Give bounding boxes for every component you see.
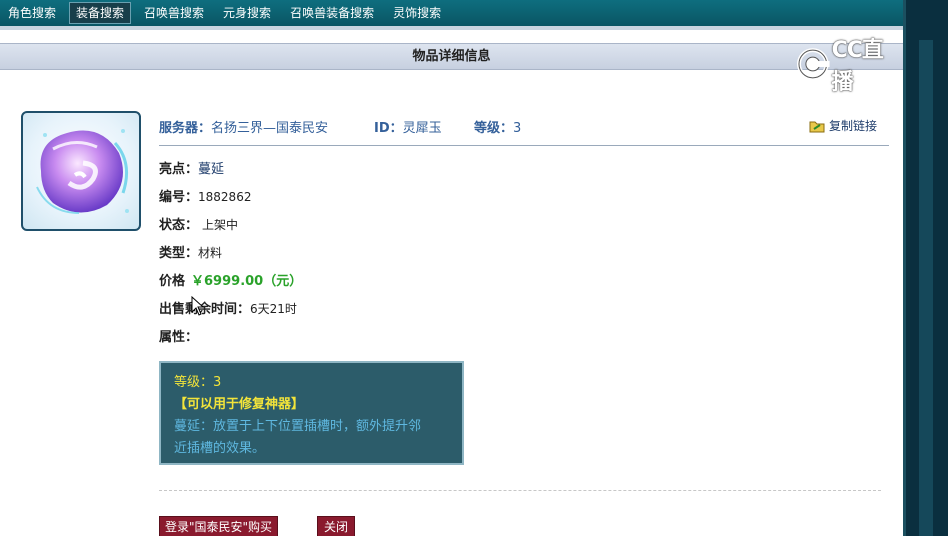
footer-divider bbox=[159, 490, 881, 491]
tab-equipment-search[interactable]: 装备搜索 bbox=[69, 2, 132, 24]
id-label: ID： bbox=[374, 121, 403, 136]
time-left-value: 6天21时 bbox=[250, 302, 297, 316]
cc-live-logo-icon bbox=[796, 48, 830, 80]
attr-effect-line2: 近插槽的效果。 bbox=[174, 441, 266, 456]
status-field: 状态： 上架中 bbox=[159, 214, 238, 233]
item-image bbox=[21, 111, 141, 231]
right-side-panel bbox=[903, 0, 948, 536]
tab-summon-equipment-search[interactable]: 召唤兽装备搜索 bbox=[284, 3, 380, 23]
status-label: 状态： bbox=[159, 218, 199, 233]
folder-link-icon bbox=[809, 121, 825, 132]
status-value: 上架中 bbox=[202, 218, 239, 232]
highlight-value: 蔓延 bbox=[198, 162, 225, 177]
type-value: 材料 bbox=[198, 246, 223, 260]
time-left-field: 出售剩余时间：6天21时 bbox=[159, 298, 297, 317]
price-label: 价格 bbox=[159, 274, 186, 289]
server-label: 服务器： bbox=[159, 121, 212, 136]
attributes-label: 属性： bbox=[159, 330, 199, 345]
attr-level: 等级：3 bbox=[174, 375, 222, 390]
attr-usage: 【可以用于修复神器】 bbox=[174, 397, 305, 412]
close-button[interactable]: 关闭 bbox=[317, 516, 356, 536]
copy-link-label: 复制链接 bbox=[828, 119, 877, 133]
type-field: 类型：材料 bbox=[159, 242, 222, 261]
server-value: 名扬三界—国泰民安 bbox=[211, 121, 329, 136]
tab-summon-search[interactable]: 召唤兽搜索 bbox=[138, 3, 210, 23]
level-value: 3 bbox=[513, 121, 522, 136]
watermark: CC直播 bbox=[796, 32, 903, 96]
header-divider bbox=[159, 145, 889, 146]
type-label: 类型： bbox=[159, 246, 199, 261]
login-buy-button[interactable]: 登录"国泰民安"购买 bbox=[159, 516, 279, 536]
id-info: ID：灵犀玉 bbox=[374, 117, 442, 136]
attr-effect-line1: 蔓延：放置于上下位置插槽时，额外提升邻 bbox=[174, 419, 422, 434]
id-value: 灵犀玉 bbox=[402, 121, 442, 136]
top-nav: 角色搜索 装备搜索 召唤兽搜索 元身搜索 召唤兽装备搜索 灵饰搜索 bbox=[0, 0, 903, 26]
tab-yuanshen-search[interactable]: 元身搜索 bbox=[217, 3, 277, 23]
highlight-field: 亮点：蔓延 bbox=[159, 158, 224, 177]
watermark-text: CC直播 bbox=[831, 38, 884, 95]
crystal-material-icon bbox=[36, 129, 129, 214]
level-info: 等级：3 bbox=[474, 117, 521, 136]
serial-field: 编号：1882862 bbox=[159, 186, 251, 205]
attributes-field: 属性： bbox=[159, 326, 198, 345]
server-info: 服务器：名扬三界—国泰民安 bbox=[159, 117, 328, 136]
level-label: 等级： bbox=[474, 121, 514, 136]
serial-value: 1882862 bbox=[198, 190, 252, 204]
mouse-cursor-icon bbox=[191, 296, 205, 316]
page-title: 物品详细信息 bbox=[0, 43, 903, 70]
tab-role-search[interactable]: 角色搜索 bbox=[2, 3, 62, 23]
tab-lingshi-search[interactable]: 灵饰搜索 bbox=[387, 3, 447, 23]
copy-link-button[interactable]: 复制链接 bbox=[809, 117, 877, 134]
detail-page: 物品详细信息 CC直播 服务器：名扬三界—国泰民安 ID：灵犀玉 等级：3 复制… bbox=[0, 30, 903, 536]
price-value: ￥6999.00（元） bbox=[191, 274, 303, 289]
item-header-row: 服务器：名扬三界—国泰民安 ID：灵犀玉 等级：3 复制链接 bbox=[159, 115, 889, 145]
attributes-box: 等级：3 【可以用于修复神器】 蔓延：放置于上下位置插槽时，额外提升邻 近插槽的… bbox=[159, 361, 464, 465]
serial-label: 编号： bbox=[159, 190, 199, 205]
highlight-label: 亮点： bbox=[159, 162, 199, 177]
price-field: 价格 ￥6999.00（元） bbox=[159, 270, 302, 289]
